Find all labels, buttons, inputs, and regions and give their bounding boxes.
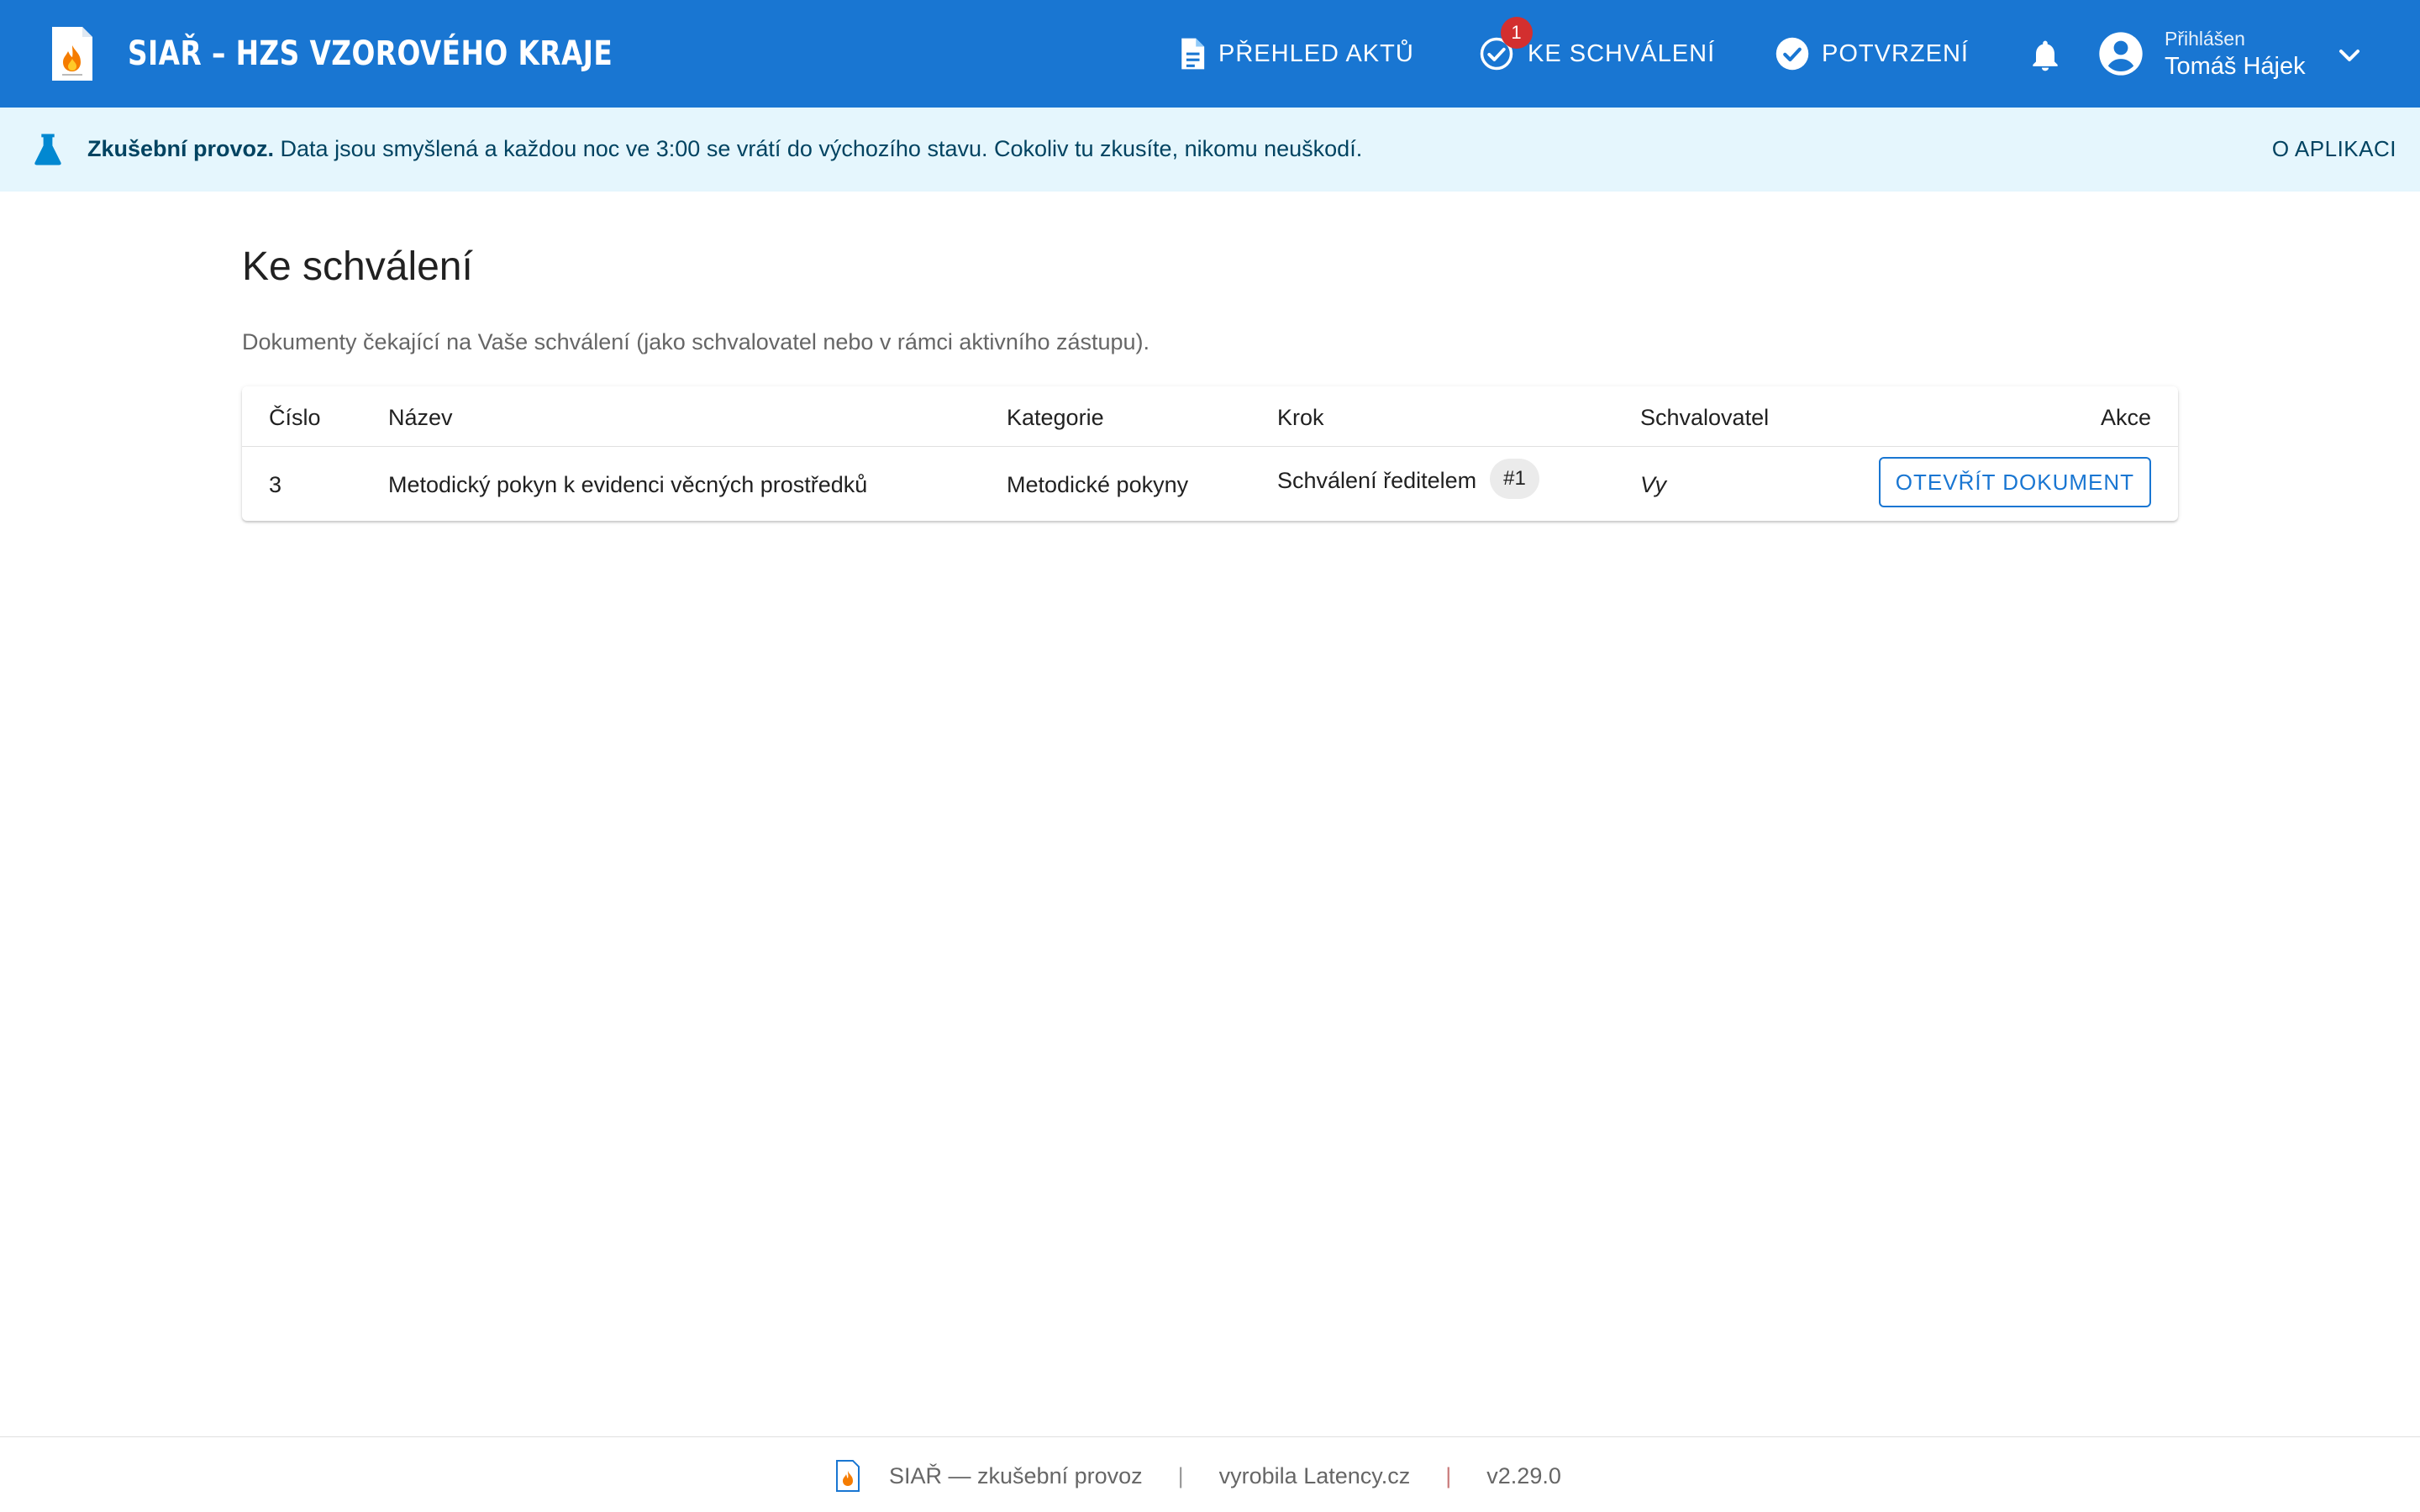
app-bar: SIAŘ – HZS VZOROVÉHO KRAJE PŘEHLED AKTŮ …: [0, 0, 2420, 108]
banner-message: Zkušební provoz. Data jsou smyšlená a ka…: [87, 136, 1362, 162]
approve-count-badge: 1: [1501, 17, 1533, 49]
banner-text: Data jsou smyšlená a každou noc ve 3:00 …: [274, 136, 1363, 161]
header-approver: Schvalovatel: [1640, 405, 1770, 430]
footer-version: v2.29.0: [1486, 1462, 1561, 1488]
nav-approve-icon-wrap: 1: [1479, 0, 1533, 108]
footer-separator: |: [1177, 1462, 1184, 1488]
nav-confirm[interactable]: POTVRZENÍ: [1775, 0, 1969, 108]
document-icon: [1181, 38, 1205, 70]
footer-content: SIAŘ — zkušební provoz | vyrobila Latenc…: [835, 1459, 1561, 1493]
header-step: Krok: [1277, 405, 1324, 430]
table-header-row: Číslo Název Kategorie Krok Schvalovatel …: [242, 386, 2178, 447]
cell-category: Metodické pokyny: [1007, 472, 1189, 497]
step-chip: #1: [1490, 459, 1539, 499]
footer-separator: |: [1445, 1462, 1452, 1488]
app-logo-icon[interactable]: [50, 25, 94, 82]
user-caption: Přihlášen: [2165, 28, 2245, 50]
about-app-link[interactable]: O APLIKACI: [2272, 136, 2396, 162]
user-name: Tomáš Hájek: [2165, 53, 2306, 80]
account-circle-icon: [2099, 32, 2143, 76]
header-number: Číslo: [269, 405, 321, 430]
nav-confirm-label: POTVRZENÍ: [1822, 39, 1969, 67]
user-menu[interactable]: Přihlášen Tomáš Hájek: [2097, 0, 2306, 108]
page-subtitle: Dokumenty čekající na Vaše schválení (ja…: [242, 329, 1150, 354]
approval-table: Číslo Název Kategorie Krok Schvalovatel …: [242, 386, 2178, 521]
footer-author-link[interactable]: vyrobila Latency.cz: [1219, 1463, 1411, 1489]
notifications-bell-icon[interactable]: [2027, 37, 2064, 74]
flask-icon: [34, 134, 61, 165]
footer-product: SIAŘ — zkušební provoz: [889, 1462, 1143, 1488]
cell-approver: Vy: [1640, 472, 1667, 497]
nav-overview-label: PŘEHLED AKTŮ: [1218, 39, 1414, 67]
chevron-down-icon[interactable]: [2333, 39, 2366, 72]
banner-bold: Zkušební provoz.: [87, 136, 275, 161]
cell-name: Metodický pokyn k evidenci věcných prost…: [388, 472, 868, 497]
user-info: Přihlášen Tomáš Hájek: [2165, 26, 2306, 81]
page-title: Ke schválení: [242, 244, 473, 289]
nav-approve-label: KE SCHVÁLENÍ: [1528, 39, 1716, 67]
open-document-button[interactable]: OTEVŘÍT DOKUMENT: [1878, 457, 2151, 507]
nav-overview[interactable]: PŘEHLED AKTŮ: [1178, 0, 1414, 108]
footer: SIAŘ — zkušební provoz | vyrobila Latenc…: [0, 1436, 2420, 1512]
header-category: Kategorie: [1007, 405, 1104, 430]
cell-number: 3: [269, 472, 282, 497]
cell-step: Schválení ředitelem #1: [1277, 459, 1539, 502]
check-circle-icon: [1776, 37, 1809, 71]
header-name: Název: [388, 405, 453, 430]
step-label: Schválení ředitelem: [1277, 468, 1477, 494]
header-action: Akce: [2100, 405, 2151, 430]
trial-banner: Zkušební provoz. Data jsou smyšlená a ka…: [0, 108, 2420, 192]
nav-approve[interactable]: 1 KE SCHVÁLENÍ: [1479, 0, 1715, 108]
app-brand-title[interactable]: SIAŘ – HZS VZOROVÉHO KRAJE: [128, 30, 613, 77]
table-row: 3 Metodický pokyn k evidenci věcných pro…: [242, 447, 2178, 521]
page: SIAŘ – HZS VZOROVÉHO KRAJE PŘEHLED AKTŮ …: [0, 0, 2420, 1512]
footer-logo-icon: [836, 1460, 860, 1492]
